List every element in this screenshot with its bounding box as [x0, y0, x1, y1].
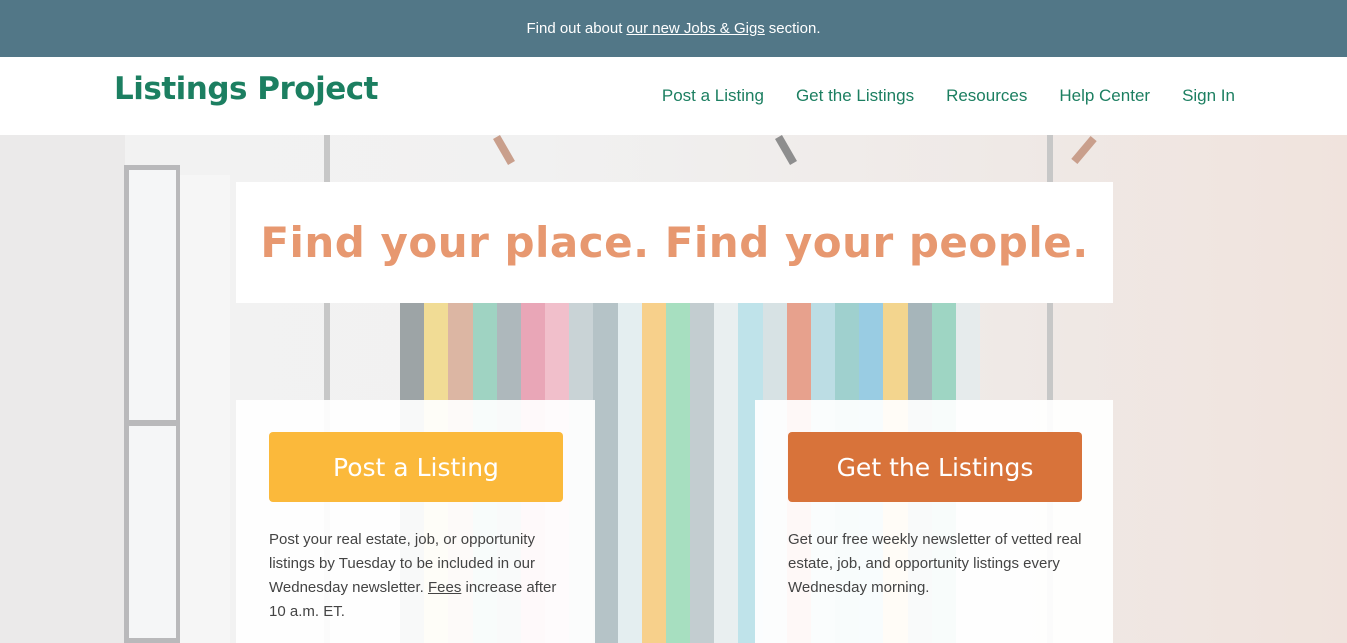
- nav-post-listing[interactable]: Post a Listing: [662, 86, 764, 106]
- window-wall: [180, 175, 230, 643]
- hero-headline: Find your place. Find your people.: [260, 218, 1089, 267]
- logo[interactable]: Listings Project: [114, 71, 378, 107]
- get-listings-button[interactable]: Get the Listings: [788, 432, 1082, 502]
- site-header: Listings Project Post a Listing Get the …: [0, 57, 1347, 135]
- nav-resources[interactable]: Resources: [946, 86, 1027, 106]
- ceiling-bracket: [1071, 135, 1097, 165]
- get-listings-card: Get the Listings Get our free weekly new…: [755, 400, 1113, 643]
- ceiling-bracket: [775, 135, 797, 165]
- window: [124, 165, 180, 643]
- nav-sign-in[interactable]: Sign In: [1182, 86, 1235, 106]
- ceiling-bracket: [493, 135, 515, 165]
- jobs-gigs-link[interactable]: our new Jobs & Gigs: [626, 20, 764, 37]
- announcement-prefix: Find out about: [526, 20, 623, 37]
- brick-wall: [0, 135, 125, 643]
- nav-get-listings[interactable]: Get the Listings: [796, 86, 914, 106]
- post-listing-button[interactable]: Post a Listing: [269, 432, 563, 502]
- announcement-suffix: section.: [768, 20, 821, 37]
- fees-link[interactable]: Fees: [428, 579, 461, 596]
- get-listings-description: Get our free weekly newsletter of vetted…: [788, 531, 1082, 596]
- headline-card: Find your place. Find your people.: [236, 182, 1113, 303]
- post-listing-description: Post your real estate, job, or opportuni…: [269, 528, 569, 624]
- window-sash: [124, 420, 180, 426]
- nav-help-center[interactable]: Help Center: [1059, 86, 1150, 106]
- post-listing-card: Post a Listing Post your real estate, jo…: [236, 400, 595, 643]
- main-nav: Post a Listing Get the Listings Resource…: [630, 57, 1235, 135]
- announcement-bar: Find out about our new Jobs & Gigs secti…: [0, 0, 1347, 57]
